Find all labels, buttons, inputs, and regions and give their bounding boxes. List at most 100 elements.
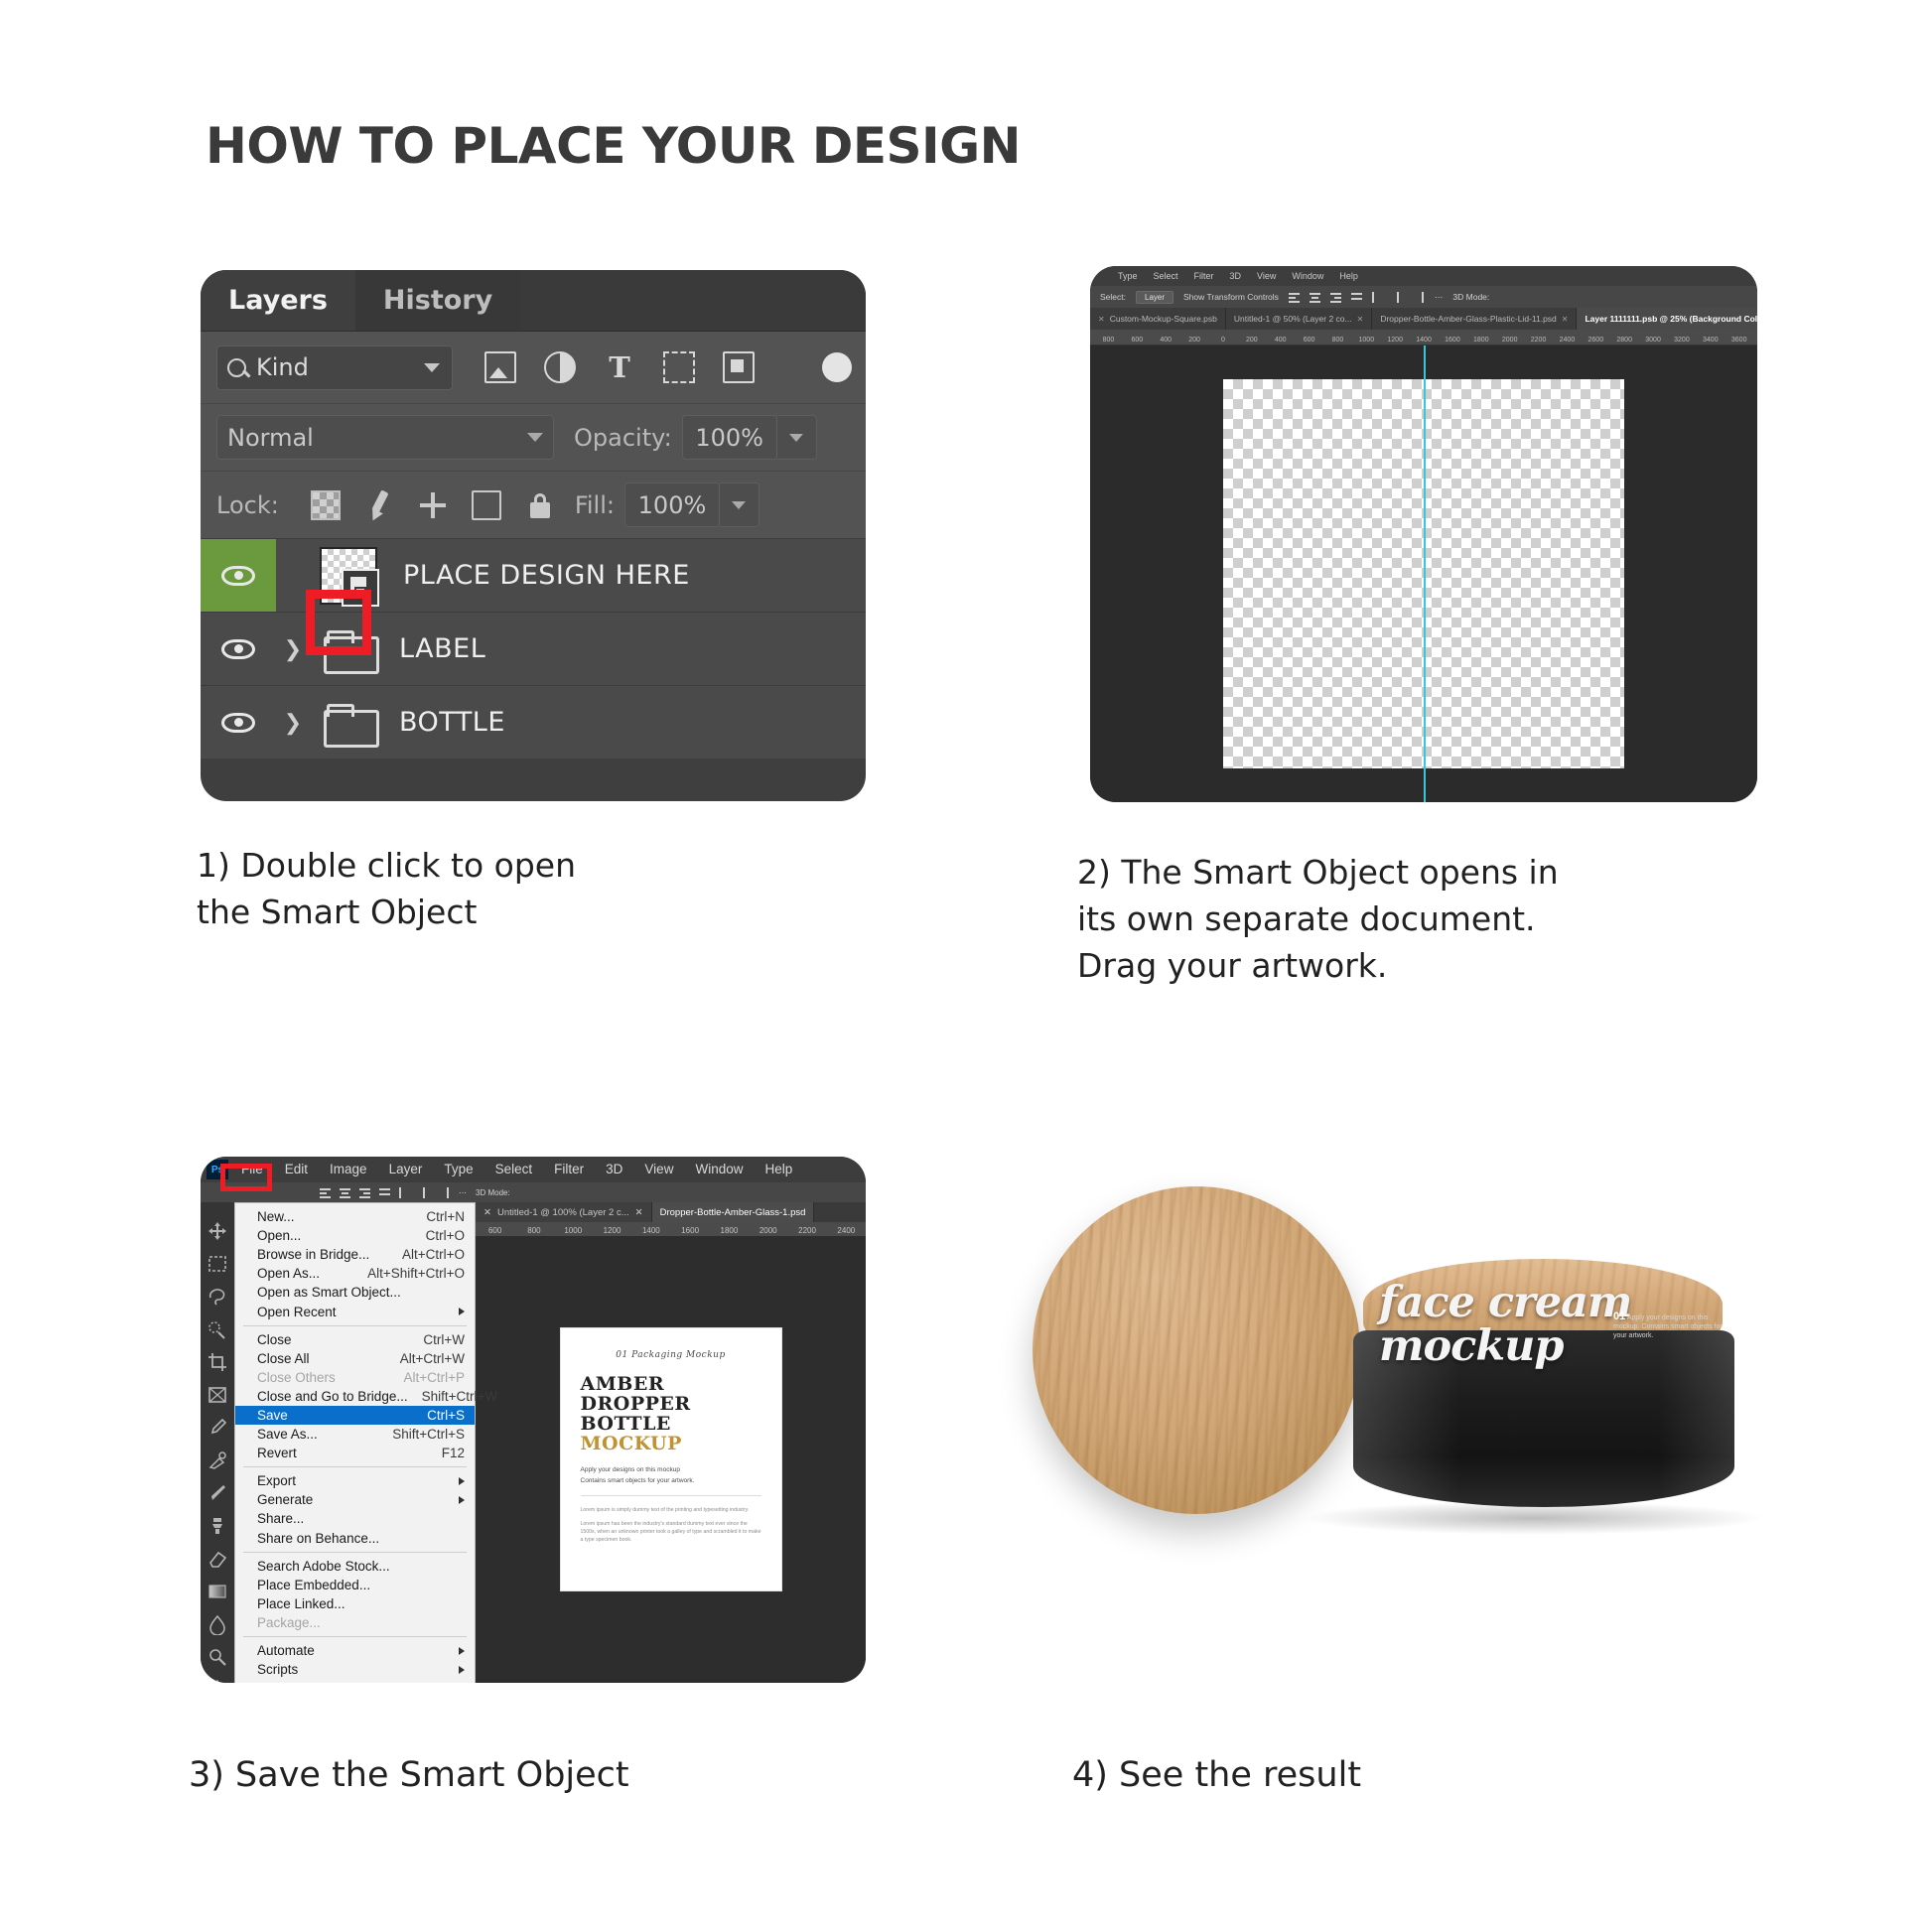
menu-item-filter[interactable]: Filter (543, 1157, 595, 1182)
align-center-icon[interactable] (340, 1187, 350, 1198)
clone-stamp-tool-icon[interactable] (207, 1515, 228, 1537)
menu-option-scripts[interactable]: Scripts (235, 1660, 475, 1679)
kind-filter-select[interactable]: Kind (216, 345, 453, 390)
menu-option-open[interactable]: Open... Ctrl+O (235, 1226, 475, 1245)
blend-mode-select[interactable]: Normal (216, 415, 554, 460)
menu-option-share-on-behance[interactable]: Share on Behance... (235, 1529, 475, 1548)
document-tab[interactable]: ✕ Untitled-1 @ 100% (Layer 2 c... ✕ (476, 1202, 652, 1222)
align-right-icon[interactable] (1329, 292, 1341, 303)
close-icon[interactable]: ✕ (1562, 315, 1569, 324)
menu-option-place-embedded[interactable]: Place Embedded... (235, 1576, 475, 1594)
align-left-icon[interactable] (1288, 292, 1300, 303)
chevron-right-icon[interactable]: ❯ (276, 710, 310, 736)
menu-option-import[interactable]: Import (235, 1679, 475, 1683)
more-options-icon[interactable]: ⋯ (459, 1188, 467, 1197)
menu-option-open-recent[interactable]: Open Recent (235, 1302, 475, 1320)
canvas-area[interactable] (1090, 345, 1757, 802)
menu-item-help[interactable]: Help (1339, 271, 1358, 281)
close-icon[interactable]: ✕ (635, 1207, 643, 1218)
more-options-icon[interactable]: ⋯ (1435, 292, 1444, 303)
menu-option-export[interactable]: Export (235, 1471, 475, 1490)
table-row[interactable]: ❯ LABEL (201, 612, 866, 685)
crop-tool-icon[interactable] (207, 1351, 228, 1373)
distribute-center-icon[interactable] (1393, 291, 1404, 303)
distribute-left-icon[interactable] (1371, 291, 1383, 303)
menu-option-automate[interactable]: Automate (235, 1641, 475, 1660)
blur-tool-icon[interactable] (207, 1613, 228, 1635)
menu-item-window[interactable]: Window (1292, 271, 1323, 281)
lock-artboard-nesting-icon[interactable] (471, 489, 501, 520)
fill-input[interactable]: 100% (623, 483, 720, 527)
layer-visibility-toggle[interactable] (201, 686, 276, 759)
close-icon[interactable]: ✕ (1098, 315, 1105, 324)
select-layer-dropdown[interactable]: Layer (1136, 290, 1174, 304)
frame-tool-icon[interactable] (207, 1384, 228, 1406)
dodge-tool-icon[interactable] (207, 1646, 228, 1668)
document-tab[interactable]: Untitled-1 @ 50% (Layer 2 co... ✕ (1225, 308, 1373, 330)
tab-layers[interactable]: Layers (201, 270, 355, 331)
align-top-icon[interactable] (1350, 292, 1362, 303)
marquee-tool-icon[interactable] (207, 1253, 228, 1275)
menu-option-browse-in-bridge[interactable]: Browse in Bridge... Alt+Ctrl+O (235, 1245, 475, 1264)
menu-item-window[interactable]: Window (684, 1157, 754, 1182)
menu-item-select[interactable]: Select (484, 1157, 544, 1182)
layer-visibility-toggle[interactable] (201, 539, 276, 612)
show-transform-controls-checkbox[interactable]: Show Transform Controls (1183, 292, 1279, 302)
align-top-icon[interactable] (379, 1187, 390, 1198)
align-right-icon[interactable] (359, 1187, 370, 1198)
opacity-input[interactable]: 100% (681, 415, 777, 460)
menu-option-close-and-go-to-bridge[interactable]: Close and Go to Bridge... Shift+Ctrl+W (235, 1387, 497, 1406)
menu-option-save[interactable]: Save Ctrl+S (235, 1405, 475, 1426)
menu-option-open-as[interactable]: Open As... Alt+Shift+Ctrl+O (235, 1264, 475, 1283)
menu-item-view[interactable]: View (633, 1157, 684, 1182)
chevron-right-icon[interactable]: ❯ (276, 636, 310, 662)
align-center-icon[interactable] (1309, 292, 1320, 303)
menu-item-image[interactable]: Image (319, 1157, 378, 1182)
menu-option-share[interactable]: Share... (235, 1509, 475, 1528)
tab-history[interactable]: History (354, 270, 521, 331)
healing-brush-tool-icon[interactable] (207, 1449, 228, 1471)
align-left-icon[interactable] (320, 1187, 331, 1198)
menu-option-open-as-smart-object[interactable]: Open as Smart Object... (235, 1283, 475, 1302)
menu-option-close-all[interactable]: Close All Alt+Ctrl+W (235, 1349, 475, 1368)
menu-option-save-as[interactable]: Save As... Shift+Ctrl+S (235, 1425, 475, 1444)
document-tab[interactable]: Dropper-Bottle-Amber-Glass-Plastic-Lid-1… (1372, 308, 1578, 330)
quick-selection-tool-icon[interactable] (207, 1318, 228, 1340)
eyedropper-tool-icon[interactable] (207, 1417, 228, 1439)
close-icon[interactable]: ✕ (483, 1207, 491, 1218)
lock-all-icon[interactable] (525, 490, 555, 520)
menu-option-search-adobe-stock[interactable]: Search Adobe Stock... (235, 1557, 475, 1576)
menu-option-new[interactable]: New... Ctrl+N (235, 1207, 475, 1226)
gradient-tool-icon[interactable] (207, 1581, 228, 1602)
menu-item-filter[interactable]: Filter (1194, 271, 1214, 281)
smart-object-filter-icon[interactable] (723, 351, 755, 383)
menu-item-select[interactable]: Select (1154, 271, 1178, 281)
close-icon[interactable]: ✕ (1357, 315, 1364, 324)
opacity-stepper[interactable] (776, 415, 817, 460)
filter-toggle[interactable] (822, 344, 852, 391)
layer-visibility-toggle[interactable] (201, 613, 276, 685)
brush-tool-icon[interactable] (207, 1482, 228, 1504)
distribute-left-icon[interactable] (399, 1186, 410, 1198)
menu-item-help[interactable]: Help (754, 1157, 803, 1182)
menu-option-close[interactable]: Close Ctrl+W (235, 1330, 475, 1349)
menu-item-3d[interactable]: 3D (1230, 271, 1242, 281)
eraser-tool-icon[interactable] (207, 1548, 228, 1570)
lasso-tool-icon[interactable] (207, 1286, 228, 1308)
lock-transparent-pixels-icon[interactable] (310, 489, 341, 520)
menu-option-revert[interactable]: Revert F12 (235, 1444, 475, 1462)
document-tab-active[interactable]: Dropper-Bottle-Amber-Glass-1.psd (651, 1202, 815, 1222)
table-row[interactable]: PLACE DESIGN HERE (201, 538, 866, 612)
image-filter-icon[interactable] (484, 351, 516, 383)
menu-item-3d[interactable]: 3D (595, 1157, 633, 1182)
pen-tool-icon[interactable] (207, 1679, 228, 1683)
menu-item-layer[interactable]: Layer (378, 1157, 434, 1182)
shape-filter-icon[interactable] (663, 351, 695, 383)
menu-item-type[interactable]: Type (1118, 271, 1138, 281)
document-tab[interactable]: ✕ Custom-Mockup-Square.psb (1090, 308, 1226, 330)
transparent-canvas[interactable] (1223, 379, 1624, 768)
table-row[interactable]: ❯ BOTTLE (201, 685, 866, 759)
fill-stepper[interactable] (719, 483, 759, 527)
type-filter-icon[interactable]: T (604, 351, 635, 383)
lock-position-icon[interactable] (418, 490, 448, 520)
